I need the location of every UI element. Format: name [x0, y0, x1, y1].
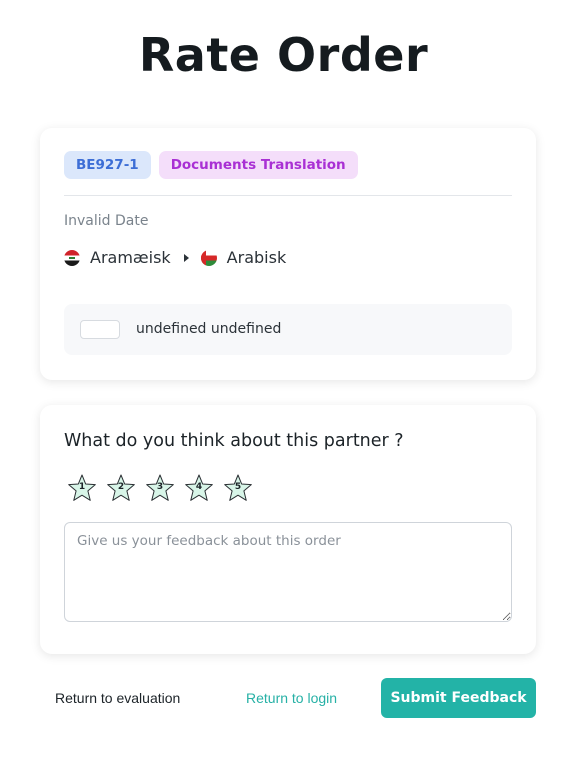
order-summary-card: BE927-1 Documents Translation Invalid Da…	[40, 128, 536, 380]
rating-star-5[interactable]: 5	[223, 473, 253, 503]
star-number: 1	[78, 482, 86, 492]
star-number: 2	[117, 482, 125, 492]
star-number: 3	[156, 482, 164, 492]
order-badges: BE927-1 Documents Translation	[64, 151, 358, 179]
service-type-badge: Documents Translation	[158, 151, 358, 179]
rating-question: What do you think about this partner ?	[64, 431, 404, 451]
rating-star-4[interactable]: 4	[184, 473, 214, 503]
divider	[64, 195, 512, 196]
rating-star-1[interactable]: 1	[67, 473, 97, 503]
feedback-textarea[interactable]	[64, 522, 512, 622]
oman-flag-icon	[200, 249, 217, 266]
partner-info: undefined undefined	[64, 304, 512, 355]
source-language: Aramæisk	[90, 248, 171, 267]
star-number: 5	[234, 482, 242, 492]
order-code-badge: BE927-1	[64, 151, 151, 179]
action-bar: Return to evaluation Return to login Sub…	[40, 678, 536, 718]
partner-avatar	[80, 320, 120, 339]
return-to-evaluation-button[interactable]: Return to evaluation	[55, 678, 180, 718]
language-pair: Aramæisk Arabisk	[64, 248, 286, 267]
iraq-flag-icon	[64, 249, 80, 266]
submit-feedback-button[interactable]: Submit Feedback	[381, 678, 536, 718]
rating-star-3[interactable]: 3	[145, 473, 175, 503]
target-language: Arabisk	[226, 248, 287, 267]
rating-star-2[interactable]: 2	[106, 473, 136, 503]
arrow-right-icon	[183, 253, 189, 262]
rate-order-page: Rate Order BE927-1 Documents Translation…	[0, 0, 567, 766]
partner-name: undefined undefined	[136, 321, 282, 337]
star-number: 4	[195, 482, 203, 492]
order-date: Invalid Date	[64, 213, 149, 229]
page-title: Rate Order	[138, 28, 429, 82]
return-to-login-button[interactable]: Return to login	[246, 678, 337, 718]
rating-card: What do you think about this partner ? 1…	[40, 405, 536, 654]
star-rating: 1 2 3 4 5	[67, 473, 253, 503]
